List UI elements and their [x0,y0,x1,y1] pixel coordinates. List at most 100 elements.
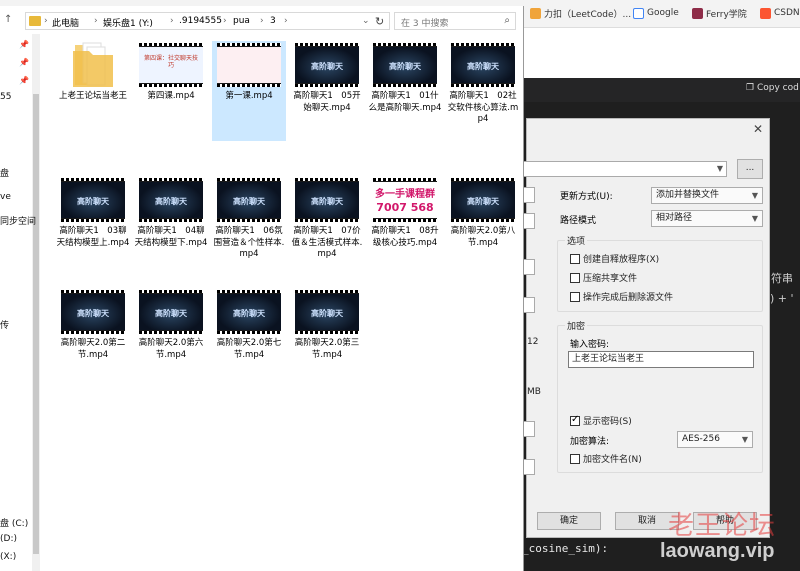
video-thumbnail: 高阶聊天 [295,290,359,334]
address-row: ↑ › 此电脑 › 娱乐盘1 (Y:) › .9194555 › pua › 3… [0,10,524,32]
file-name: 高阶聊天1 06氛围营造＆个性样本.mp4 [213,226,285,259]
file-name: 高阶聊天1 07价值＆生活模式样本.mp4 [291,226,363,259]
up-arrow-icon[interactable]: ↑ [4,14,12,25]
bookmark-google[interactable]: Google [633,6,679,20]
navigation-pane: 📌 📌 📌 55 盘 ve 同步空间 传 盘 (C:) (D:) (X:) [0,34,42,571]
nav-scroll-thumb[interactable] [33,94,39,554]
video-thumbnail: 高阶聊天 [61,178,125,222]
path-mode-label: 路径模式 [560,216,597,226]
side-field[interactable] [523,187,535,203]
pin-icon: 📌 [19,76,29,85]
chevron-right-icon: › [44,16,48,26]
folder-item[interactable]: 上老王论坛当老王 [56,41,130,141]
breadcrumb-item[interactable]: 此电脑 [52,16,79,29]
password-input[interactable]: 上老王论坛当老王 [568,351,754,368]
video-file-item[interactable]: 高阶聊天高阶聊天1 07价值＆生活模式样本.mp4 [290,176,364,276]
archive-settings-dialog: ✕ ▼ ... 12 MB 更新方式(U): 添加并替换文件 ▼ 路径模式 相对路… [523,118,770,538]
video-thumbnail: 高阶聊天 [295,178,359,222]
chevron-down-icon: ▼ [751,191,758,200]
address-bar[interactable]: › 此电脑 › 娱乐盘1 (Y:) › .9194555 › pua › 3 ›… [25,12,390,30]
breadcrumb-item[interactable]: 娱乐盘1 (Y:) [103,16,153,29]
password-label: 输入密码: [570,340,610,350]
side-field[interactable] [523,213,535,229]
ok-button[interactable]: 确定 [537,512,601,530]
video-file-item[interactable]: 高阶聊天 高阶聊天2.0第七节.mp4 [212,288,286,388]
watermark-text: 老王论坛 [668,511,777,541]
encrypt-filenames-checkbox[interactable]: 加密文件名(N) [570,452,642,465]
csdn-icon [760,7,771,19]
side-field[interactable] [523,459,535,475]
search-input[interactable]: 在 3 中搜索 ⌕ [394,12,516,30]
thumbnail-ad-number: 7007 568 [376,201,434,214]
bookmark-csdn[interactable]: CSDN [760,6,800,20]
thumbnail-frame: 高阶聊天 [61,294,125,330]
video-file-item[interactable]: 高阶聊天 高阶聊天1 02社交软件核心算法.mp4 [446,41,520,141]
thumbnail-title: 高阶聊天 [467,62,499,71]
side-field[interactable] [523,259,535,275]
thumbnail-title: 高阶聊天 [77,197,109,206]
encryption-title: 加密 [565,319,588,332]
show-password-checkbox[interactable]: 显示密码(S) [570,414,632,427]
video-file-item[interactable]: 高阶聊天 高阶聊天1 01什么是高阶聊天.mp4 [368,41,442,141]
thumbnail-title: 高阶聊天 [233,309,265,318]
update-mode-select[interactable]: 添加并替换文件 ▼ [651,187,763,204]
watermark-url: laowang.vip [660,540,775,562]
archive-path-select[interactable]: ▼ [523,161,727,177]
chevron-right-icon: › [170,16,174,26]
pin-icon: 📌 [19,40,29,49]
video-file-item[interactable]: 高阶聊天 高阶聊天2.0第八节.mp4 [446,176,520,276]
algorithm-select[interactable]: AES-256 ▼ [677,431,753,448]
thumbnail-frame: 多一手课程群 7007 568 [373,182,437,218]
create-sfx-checkbox[interactable]: 创建自释放程序(X) [570,252,659,265]
video-file-item[interactable]: 高阶聊天 高阶聊天2.0第六节.mp4 [134,288,208,388]
thumbnail-frame: 高阶聊天 [217,182,281,218]
breadcrumb-item[interactable]: .9194555 [179,16,222,26]
nav-item-drive-c[interactable]: 盘 (C:) [0,516,28,529]
nav-item[interactable]: 同步空间 [0,214,36,227]
nav-item[interactable]: 盘 [0,166,9,179]
copy-code-button[interactable]: ❐ Copy cod [746,83,799,93]
bookmark-ferry[interactable]: Ferry学院 [692,6,747,20]
refresh-icon[interactable]: ↻ [375,15,384,28]
thumbnail-title: 高阶聊天 [155,197,187,206]
thumbnail-title: 高阶聊天 [155,309,187,318]
breadcrumb-item[interactable]: 3 [270,16,276,26]
video-file-item[interactable]: 高阶聊天高阶聊天2.0第三节.mp4 [290,288,364,388]
video-file-item[interactable]: 第四课：社交聊天技巧 第四课.mp4 [134,41,208,141]
nav-item-drive-d[interactable]: (D:) [0,534,17,544]
thumbnail-frame: 第四课：社交聊天技巧 [139,47,203,83]
file-name: 高阶聊天2.0第三节.mp4 [294,338,360,360]
video-thumbnail: 高阶聊天 [139,290,203,334]
nav-item[interactable]: 传 [0,318,9,331]
chevron-right-icon: › [223,16,227,26]
video-thumbnail: 高阶聊天 [61,290,125,334]
chevron-down-icon[interactable]: ⌄ [362,16,370,26]
nav-item[interactable]: ve [0,192,11,202]
bookmark-leetcode[interactable]: 力扣（LeetCode）... [530,6,631,20]
video-file-item[interactable]: 高阶聊天 高阶聊天1 03聊天结构模型上.mp4 [56,176,130,276]
side-field[interactable] [523,421,535,437]
file-name: 上老王论坛当老王 [58,91,127,101]
path-mode-select[interactable]: 相对路径 ▼ [651,210,763,227]
file-name: 高阶聊天1 08升级核心技巧.mp4 [371,226,439,248]
video-file-item[interactable]: 高阶聊天高阶聊天1 06氛围营造＆个性样本.mp4 [212,176,286,276]
ferry-icon [692,7,703,19]
nav-item-drive-x[interactable]: (X:) [0,552,16,562]
browser-bookmark-bar: 力扣（LeetCode）... Google Ferry学院 CSDN [520,0,800,28]
video-file-item[interactable]: 多一手课程群 7007 568 高阶聊天1 08升级核心技巧.mp4 [368,176,442,276]
close-icon[interactable]: ✕ [753,122,763,136]
breadcrumb-item[interactable]: pua [233,16,250,26]
compress-shared-checkbox[interactable]: 压缩共享文件 [570,271,637,284]
delete-source-checkbox[interactable]: 操作完成后删除源文件 [570,290,673,303]
video-file-item[interactable]: 高阶聊天 高阶聊天1 04聊天结构模型下.mp4 [134,176,208,276]
browse-button[interactable]: ... [737,159,763,179]
video-file-item[interactable]: 高阶聊天 高阶聊天1 05开始聊天.mp4 [290,41,364,141]
video-file-item[interactable]: 第一课.mp4 [212,41,286,141]
nav-item[interactable]: 55 [0,92,11,102]
file-name: 第一课.mp4 [225,91,273,101]
video-thumbnail: 第四课：社交聊天技巧 [139,43,203,87]
thumbnail-frame: 高阶聊天 [451,182,515,218]
side-field[interactable] [523,297,535,313]
video-file-item[interactable]: 高阶聊天 高阶聊天2.0第二节.mp4 [56,288,130,388]
video-thumbnail: 高阶聊天 [217,178,281,222]
